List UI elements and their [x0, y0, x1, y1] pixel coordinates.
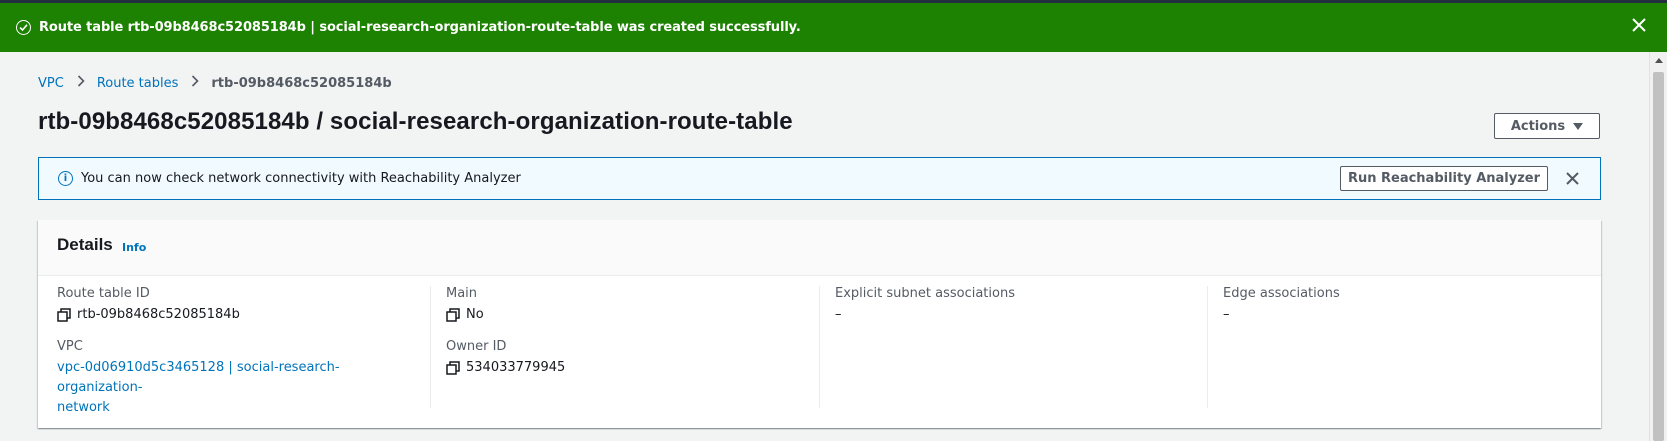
chevron-right-icon: [191, 75, 200, 91]
copy-icon[interactable]: [57, 308, 71, 322]
route-table-id-label: Route table ID: [57, 286, 150, 301]
vpc-label: VPC: [57, 339, 83, 354]
close-icon[interactable]: [1631, 17, 1647, 33]
chevron-right-icon: [77, 75, 85, 91]
owner-id-text: 534033779945: [466, 360, 566, 375]
breadcrumb-current: rtb-09b8468c52085184b: [211, 75, 392, 91]
close-icon[interactable]: [1565, 171, 1580, 186]
edge-associations-value: –: [1223, 307, 1230, 322]
main-value-text: No: [466, 307, 484, 322]
vpc-link-line-2[interactable]: network: [57, 398, 407, 418]
edge-associations-label: Edge associations: [1223, 286, 1340, 301]
owner-id-value: 534033779945: [446, 358, 796, 378]
actions-dropdown-button[interactable]: Actions: [1494, 113, 1600, 139]
details-column-3: Explicit subnet associations –: [819, 286, 1185, 408]
owner-id-label: Owner ID: [446, 339, 507, 354]
copy-icon[interactable]: [446, 361, 460, 375]
alert-message: You can now check network connectivity w…: [81, 171, 521, 186]
success-flashbar: Route table rtb-09b8468c52085184b | soci…: [0, 3, 1667, 52]
main-value: No: [446, 305, 796, 325]
route-table-id-value: rtb-09b8468c52085184b: [57, 305, 407, 325]
breadcrumb: VPC Route tables rtb-09b8468c52085184b: [38, 75, 392, 91]
flash-message: Route table rtb-09b8468c52085184b | soci…: [39, 20, 801, 35]
vpc-link[interactable]: vpc-0d06910d5c3465128 | social-research-…: [57, 358, 407, 418]
info-link[interactable]: Info: [122, 241, 146, 254]
breadcrumb-vpc[interactable]: VPC: [38, 76, 64, 91]
details-panel: Details Info Route table ID rtb-09b8468c…: [38, 220, 1601, 428]
details-column-4: Edge associations –: [1207, 286, 1573, 408]
page-title: rtb-09b8468c52085184b / social-research-…: [38, 108, 793, 135]
actions-label: Actions: [1510, 118, 1566, 134]
details-title: Details: [57, 235, 113, 254]
success-check-icon: [16, 20, 31, 35]
caret-down-icon: [1573, 122, 1584, 130]
vertical-scrollbar[interactable]: [1649, 52, 1667, 441]
copy-icon[interactable]: [446, 308, 460, 322]
main-label: Main: [446, 286, 478, 301]
vpc-link-line-1[interactable]: vpc-0d06910d5c3465128 | social-research-…: [57, 358, 407, 398]
route-table-id-text: rtb-09b8468c52085184b: [77, 307, 240, 322]
scrollbar-thumb[interactable]: [1653, 72, 1664, 441]
details-column-2: Main No Owner ID 534033779945: [430, 286, 796, 408]
info-icon: i: [58, 171, 73, 186]
run-reachability-analyzer-button[interactable]: Run Reachability Analyzer: [1340, 166, 1548, 191]
scroll-up-arrow-icon[interactable]: [1655, 58, 1663, 63]
details-header: Details Info: [38, 220, 1601, 276]
details-column-1: Route table ID rtb-09b8468c52085184b VPC…: [57, 286, 407, 415]
breadcrumb-route-tables[interactable]: Route tables: [97, 76, 179, 91]
explicit-subnet-associations-label: Explicit subnet associations: [835, 286, 1015, 301]
explicit-subnet-associations-value: –: [835, 307, 842, 322]
